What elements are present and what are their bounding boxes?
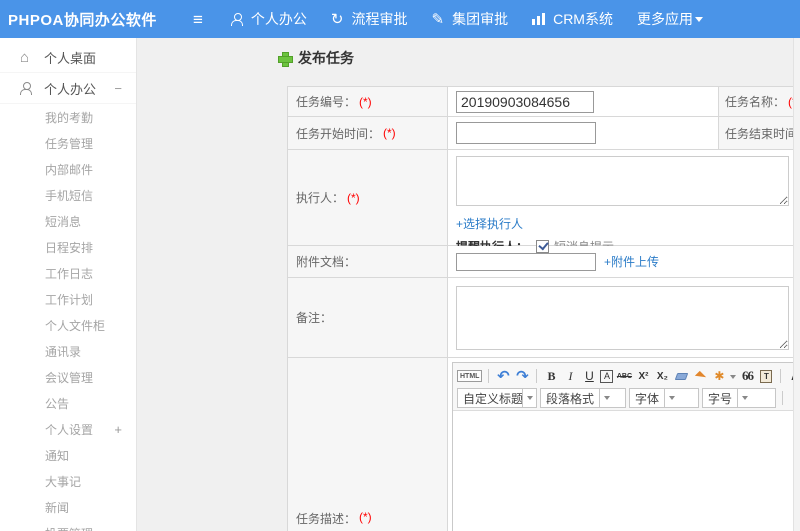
wand-dropdown-icon[interactable] bbox=[730, 374, 737, 382]
italic-button[interactable]: I bbox=[562, 367, 578, 385]
sidebar-item-sms[interactable]: 手机短信 bbox=[0, 182, 136, 208]
sidebar-item-contacts[interactable]: 通讯录 bbox=[0, 338, 136, 364]
font-size-select[interactable]: 字号 bbox=[702, 388, 776, 408]
blockquote-button[interactable]: 66 bbox=[739, 367, 755, 385]
nav-workflow-approval[interactable]: ↻ 流程审批 bbox=[331, 9, 408, 29]
eraser-icon[interactable] bbox=[673, 367, 689, 385]
underline-button[interactable]: U bbox=[581, 367, 597, 385]
nav-more-apps[interactable]: 更多应用 bbox=[637, 9, 703, 29]
sidebar-item-schedule[interactable]: 日程安排 bbox=[0, 234, 136, 260]
app-logo: PHPOA协同办公软件 bbox=[8, 11, 157, 29]
sidebar: ⌂ 个人桌面 个人办公 − 我的考勤 任务管理 内部邮件 手机短信 短消息 日程… bbox=[0, 38, 137, 531]
nav-personal-office[interactable]: 个人办公 bbox=[230, 9, 307, 29]
paragraph-format-select[interactable]: 段落格式 bbox=[540, 388, 626, 408]
remark-textarea[interactable] bbox=[456, 286, 789, 350]
editor-content-area[interactable] bbox=[453, 411, 793, 531]
sidebar-item-desktop[interactable]: ⌂ 个人桌面 bbox=[0, 42, 136, 73]
task-description-label: 任务描述： (*) bbox=[288, 358, 448, 531]
page-title: 发布任务 bbox=[278, 48, 354, 68]
html-source-button[interactable]: HTML bbox=[457, 370, 483, 382]
autotypeset-button[interactable]: A bbox=[600, 369, 614, 383]
publish-task-form: 任务编号：(*) 任务名称：(*) 任务开始时间：(*) 任务结束时间：(*) … bbox=[287, 86, 793, 531]
start-time-label: 任务开始时间： (*) bbox=[288, 117, 448, 150]
format-brush-icon[interactable] bbox=[692, 367, 708, 385]
sidebar-item-work-log[interactable]: 工作日志 bbox=[0, 260, 136, 286]
chevron-down-icon bbox=[694, 17, 703, 26]
attachment-upload-link[interactable]: +附件上传 bbox=[604, 253, 659, 270]
sms-remind-checkbox[interactable] bbox=[536, 240, 550, 253]
sidebar-item-partial[interactable]: 投票管理 bbox=[0, 520, 136, 531]
flow-icon: ↻ bbox=[330, 10, 344, 28]
bold-button[interactable]: B bbox=[543, 367, 559, 385]
executor-textarea[interactable] bbox=[456, 156, 789, 206]
executor-label: 执行人： (*) bbox=[288, 150, 448, 246]
sidebar-item-personal-settings[interactable]: 个人设置 + bbox=[0, 416, 136, 442]
attachment-input[interactable] bbox=[456, 252, 596, 271]
sidebar-item-personal-office[interactable]: 个人办公 − bbox=[0, 73, 136, 104]
chevron-down-icon[interactable] bbox=[522, 389, 536, 407]
rich-text-editor: HTML ↶ ↷ B I U A ABC X² X₂ ✱ 66 T 自定义标题 … bbox=[452, 362, 793, 531]
person-icon bbox=[20, 81, 36, 95]
chevron-down-icon[interactable] bbox=[599, 389, 614, 407]
task-name-label: 任务名称：(*) bbox=[719, 87, 793, 117]
collapse-icon[interactable]: − bbox=[114, 81, 122, 96]
plus-icon bbox=[278, 51, 293, 67]
attachment-label: 附件文档： bbox=[288, 246, 448, 278]
subscript-button[interactable]: X₂ bbox=[654, 367, 670, 385]
start-time-input[interactable] bbox=[456, 122, 596, 144]
highlight-wand-icon[interactable]: ✱ bbox=[711, 367, 727, 385]
sidebar-item-notice[interactable]: 通知 bbox=[0, 442, 136, 468]
paste-icon[interactable]: T bbox=[758, 367, 774, 385]
sidebar-item-task-management[interactable]: 任务管理 bbox=[0, 130, 136, 156]
superscript-button[interactable]: X² bbox=[635, 367, 651, 385]
sidebar-item-announcement[interactable]: 公告 bbox=[0, 390, 136, 416]
choose-executor-link[interactable]: +选择执行人 bbox=[456, 215, 523, 232]
task-number-label: 任务编号： (*) bbox=[288, 87, 448, 117]
home-icon: ⌂ bbox=[20, 48, 30, 66]
sidebar-item-attendance[interactable]: 我的考勤 bbox=[0, 104, 136, 130]
bar-chart-icon bbox=[532, 13, 546, 25]
editor-toolbar: HTML ↶ ↷ B I U A ABC X² X₂ ✱ 66 T 自定义标题 … bbox=[453, 363, 793, 411]
edit-icon: ✎ bbox=[431, 10, 445, 28]
strikethrough-button[interactable]: ABC bbox=[616, 367, 632, 385]
remark-label: 备注： bbox=[288, 278, 448, 358]
sidebar-item-events[interactable]: 大事记 bbox=[0, 468, 136, 494]
nav-group-approval[interactable]: ✎ 集团审批 bbox=[432, 9, 509, 29]
sidebar-item-meeting[interactable]: 会议管理 bbox=[0, 364, 136, 390]
sidebar-item-news[interactable]: 新闻 bbox=[0, 494, 136, 520]
task-number-input[interactable] bbox=[456, 90, 594, 113]
sidebar-item-file-cabinet[interactable]: 个人文件柜 bbox=[0, 312, 136, 338]
nav-crm[interactable]: CRM系统 bbox=[532, 9, 613, 29]
chevron-down-icon[interactable] bbox=[664, 389, 679, 407]
end-time-label: 任务结束时间：(*) bbox=[719, 117, 793, 150]
menu-toggle-icon[interactable]: ≡ bbox=[193, 11, 203, 28]
custom-title-select[interactable]: 自定义标题 bbox=[457, 388, 537, 408]
sidebar-item-work-plan[interactable]: 工作计划 bbox=[0, 286, 136, 312]
app-root: PHPOA协同办公软件 ≡ 个人办公 ↻ 流程审批 ✎ 集团审批 CRM系统 更… bbox=[0, 0, 800, 531]
sidebar-item-short-message[interactable]: 短消息 bbox=[0, 208, 136, 234]
vertical-scrollbar[interactable] bbox=[793, 38, 800, 531]
expand-icon[interactable]: + bbox=[114, 422, 122, 437]
redo-icon[interactable]: ↷ bbox=[514, 367, 530, 385]
font-family-select[interactable]: 字体 bbox=[629, 388, 699, 408]
person-icon bbox=[230, 12, 243, 26]
sidebar-item-internal-mail[interactable]: 内部邮件 bbox=[0, 156, 136, 182]
chevron-down-icon[interactable] bbox=[737, 389, 752, 407]
undo-icon[interactable]: ↶ bbox=[495, 367, 511, 385]
topbar: PHPOA协同办公软件 ≡ 个人办公 ↻ 流程审批 ✎ 集团审批 CRM系统 更… bbox=[0, 0, 800, 38]
top-nav: 个人办公 ↻ 流程审批 ✎ 集团审批 CRM系统 更多应用 bbox=[230, 9, 727, 29]
